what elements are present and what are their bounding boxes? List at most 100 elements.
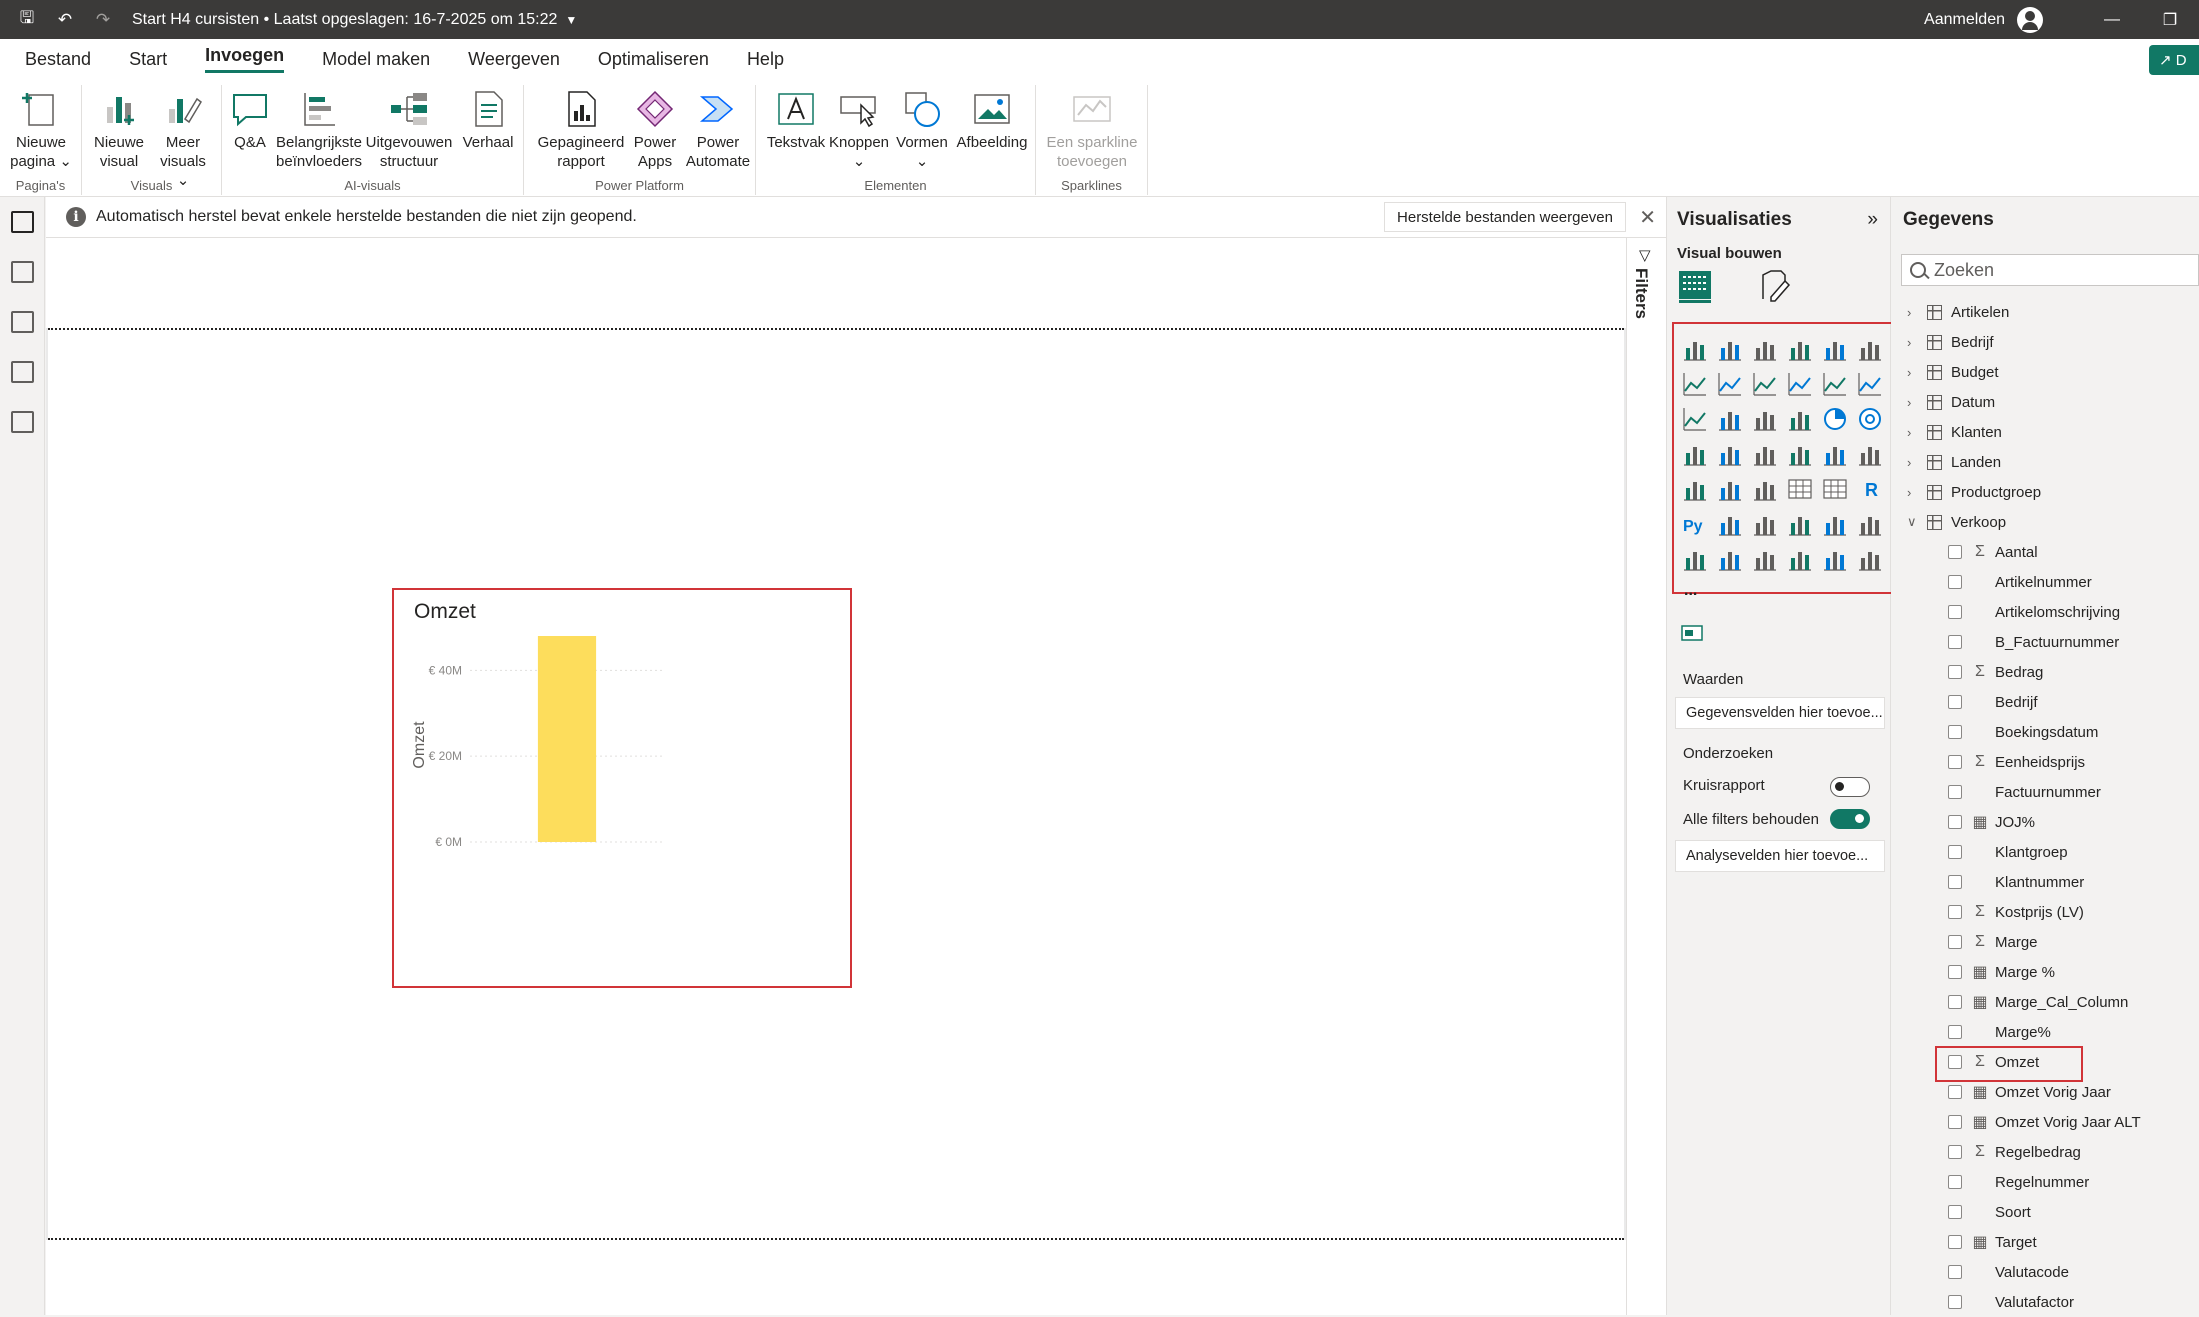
tab-model-maken[interactable]: Model maken [303,39,449,79]
decomposition-tree-button[interactable]: Uitgevouwen structuur [364,89,454,171]
table-row[interactable]: › Budget [1891,357,2199,387]
qa-icon[interactable] [1787,511,1813,537]
table-row[interactable]: › Landen [1891,447,2199,477]
table-icon[interactable] [1787,476,1813,502]
search-input[interactable]: Zoeken [1934,260,1994,281]
field-checkbox[interactable] [1948,545,1962,559]
undo-icon[interactable]: ↶ [54,9,76,31]
new-page-button[interactable]: Nieuwe pagina ⌄ [6,89,76,171]
matrix-icon[interactable] [1822,476,1848,502]
multirow-card-icon[interactable] [1682,476,1708,502]
ribbon-chart-icon[interactable] [1682,406,1708,432]
field-checkbox[interactable] [1948,935,1962,949]
field-row[interactable]: Bedrijf [1891,687,2199,717]
chevron-right-icon[interactable]: › [1907,335,1911,350]
chevron-right-icon[interactable]: › [1907,485,1911,500]
avatar-icon[interactable] [2017,6,2043,33]
dax-query-icon[interactable] [11,361,34,383]
field-checkbox[interactable] [1948,1145,1962,1159]
report-view-icon[interactable] [11,211,34,233]
field-checkbox[interactable] [1948,905,1962,919]
cross-report-toggle[interactable] [1830,777,1870,797]
field-row[interactable]: Σ Eenheidsprijs [1891,747,2199,777]
field-row[interactable]: Σ Marge [1891,927,2199,957]
key-influencers-icon[interactable] [1717,511,1743,537]
qa-button[interactable]: Q&A [226,89,274,152]
paginated-report-button[interactable]: Gepagineerd rapport [536,89,626,171]
donut-icon[interactable] [1857,406,1883,432]
model-view-icon[interactable] [11,311,34,333]
field-checkbox[interactable] [1948,575,1962,589]
key-influencers-button[interactable]: Belangrijkste beïnvloeders [276,89,362,171]
stacked-area-icon[interactable] [1752,371,1778,397]
field-row[interactable]: ▦ Marge_Cal_Column [1891,987,2199,1017]
100-column-icon[interactable] [1857,336,1883,362]
field-row[interactable]: Σ Kostprijs (LV) [1891,897,2199,927]
keep-all-filters-toggle[interactable] [1830,809,1870,829]
field-checkbox[interactable] [1948,1235,1962,1249]
tmdl-view-icon[interactable] [11,411,34,433]
share-button[interactable]: ↗ D [2149,45,2199,75]
field-row[interactable]: ▦ Omzet Vorig Jaar ALT [1891,1107,2199,1137]
minimize-icon[interactable]: — [2083,0,2141,39]
area-chart-icon[interactable] [1717,371,1743,397]
image-viz-icon[interactable] [1717,546,1743,572]
buttons-button[interactable]: Knoppen ⌄ [828,89,890,171]
field-row[interactable]: Artikelomschrijving [1891,597,2199,627]
omzet-bar-chart-visual[interactable]: Omzet € 0M € 20M € 40M Omzet [392,588,852,988]
table-row[interactable]: › Productgroep [1891,477,2199,507]
narrative-button[interactable]: Verhaal [456,89,520,152]
field-checkbox[interactable] [1948,1025,1962,1039]
field-checkbox[interactable] [1948,605,1962,619]
signin-link[interactable]: Aanmelden [1924,11,2005,29]
field-row[interactable]: Artikelnummer [1891,567,2199,597]
field-checkbox[interactable] [1948,1205,1962,1219]
decomposition-tree-icon[interactable] [1752,511,1778,537]
title-dropdown-icon[interactable]: ▼ [565,13,577,27]
chevron-down-icon[interactable]: ∨ [1907,514,1917,530]
kpi-icon[interactable] [1717,476,1743,502]
field-row[interactable]: Valutacode [1891,1257,2199,1287]
funnel-icon[interactable] [1752,406,1778,432]
textbox-button[interactable]: Tekstvak [766,89,826,152]
shape-map-icon[interactable] [1752,546,1778,572]
values-drop-zone[interactable]: Gegevensvelden hier toevoe... [1675,697,1885,729]
treemap-icon[interactable] [1682,441,1708,467]
field-checkbox[interactable] [1948,665,1962,679]
field-row[interactable]: Σ Regelbedrag [1891,1137,2199,1167]
field-checkbox[interactable] [1948,1265,1962,1279]
tab-start[interactable]: Start [110,39,186,79]
waterfall-icon[interactable] [1717,406,1743,432]
chart-bar[interactable] [537,636,597,842]
tab-optimaliseren[interactable]: Optimaliseren [579,39,728,79]
field-row[interactable]: Factuurnummer [1891,777,2199,807]
100-bar-icon[interactable] [1822,336,1848,362]
line-column-icon[interactable] [1822,371,1848,397]
paginated-icon[interactable] [1682,546,1708,572]
field-row[interactable]: Σ Bedrag [1891,657,2199,687]
stacked-column-icon[interactable] [1717,336,1743,362]
field-checkbox[interactable] [1948,965,1962,979]
tab-invoegen[interactable]: Invoegen [186,39,303,79]
chevron-right-icon[interactable]: › [1907,305,1911,320]
field-checkbox[interactable] [1948,755,1962,769]
field-row[interactable]: ▦ Target [1891,1227,2199,1257]
clustered-bar-icon[interactable] [1752,336,1778,362]
slicer-icon[interactable] [1752,476,1778,502]
shapes-button[interactable]: Vormen ⌄ [892,89,952,171]
build-visual-tab-icon[interactable] [1677,267,1713,303]
chevron-right-icon[interactable]: › [1907,395,1911,410]
drill-through-drop-zone[interactable]: Analysevelden hier toevoe... [1675,840,1885,872]
goals-icon[interactable] [1857,511,1883,537]
table-row[interactable]: › Artikelen [1891,297,2199,327]
arcgis-icon[interactable] [1787,546,1813,572]
field-row[interactable]: ▦ JOJ% [1891,807,2199,837]
format-visual-tab-icon[interactable] [1757,267,1793,303]
field-row[interactable]: Klantnummer [1891,867,2199,897]
field-row[interactable]: Regelnummer [1891,1167,2199,1197]
clustered-column-icon[interactable] [1787,336,1813,362]
field-row[interactable]: Soort [1891,1197,2199,1227]
table-row[interactable]: › Datum [1891,387,2199,417]
field-checkbox[interactable] [1948,1085,1962,1099]
chevron-right-icon[interactable]: › [1907,425,1911,440]
